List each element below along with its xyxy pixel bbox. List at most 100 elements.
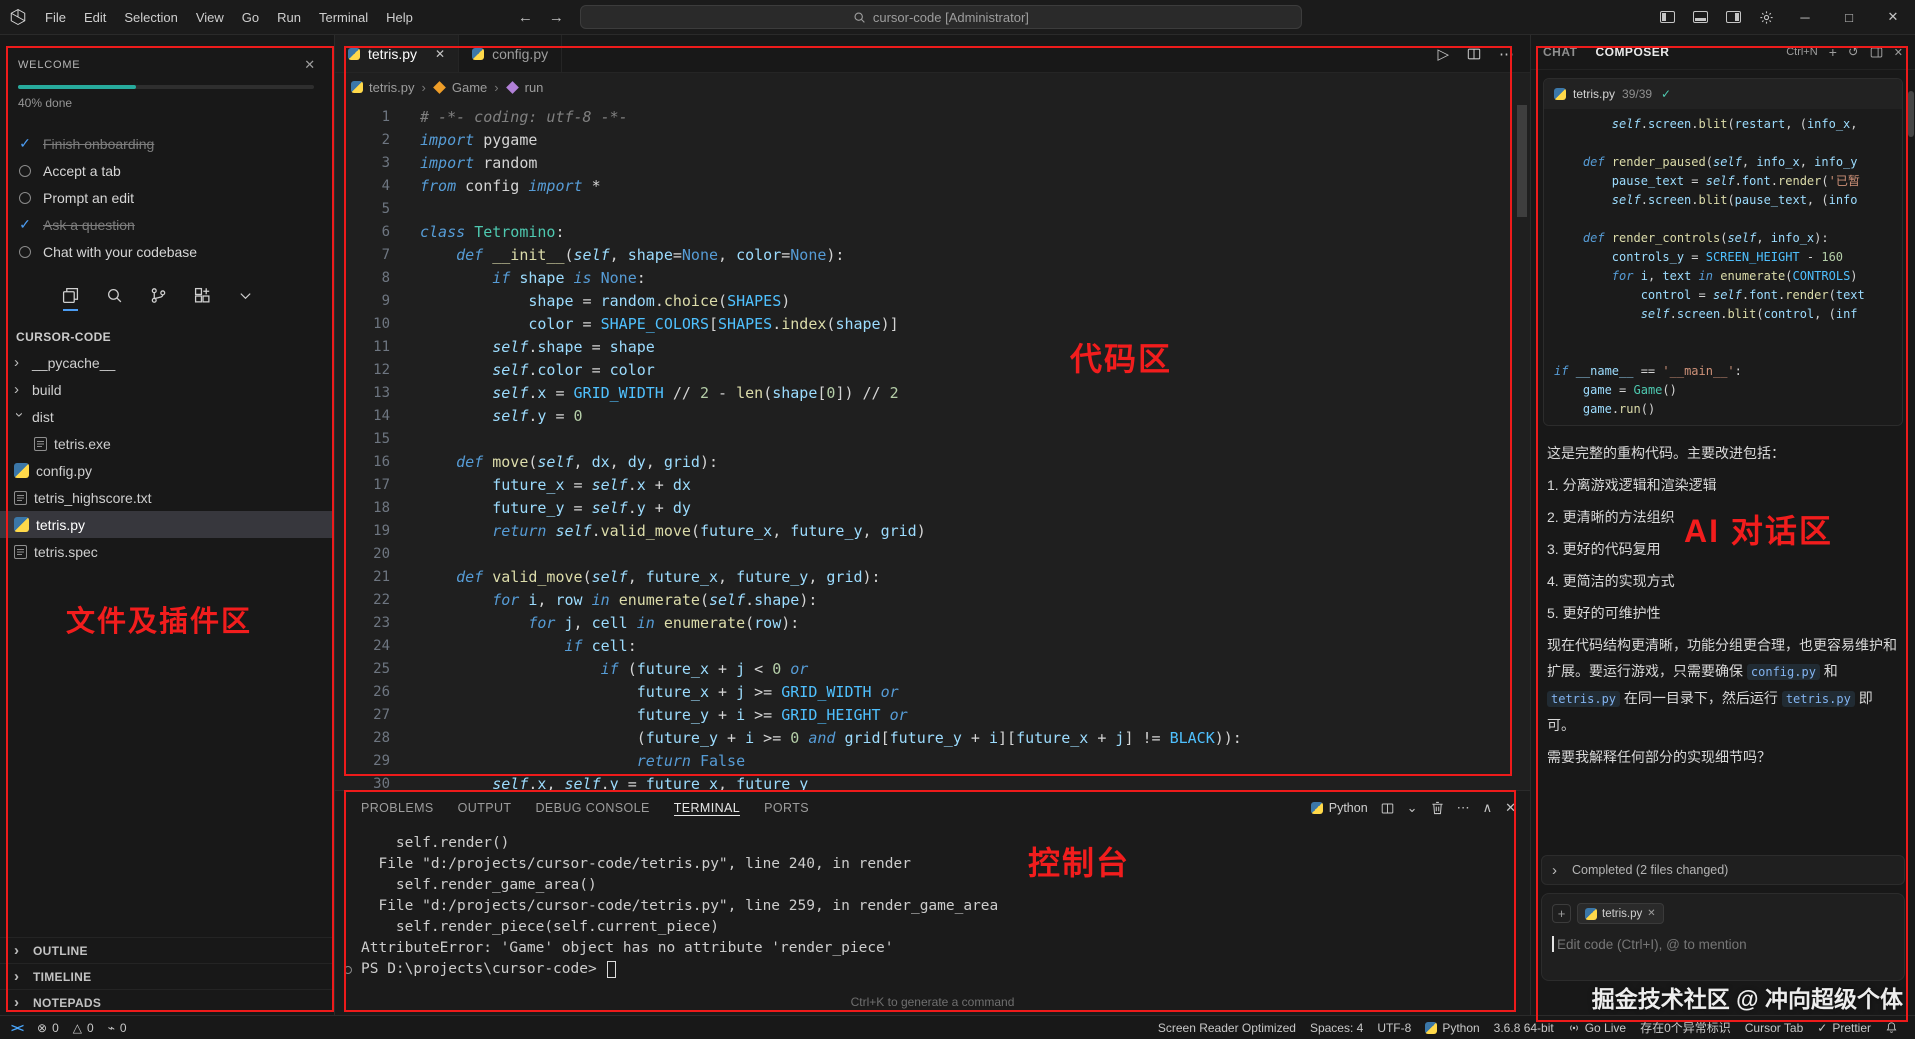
history-icon[interactable]: ↺ [1848, 44, 1859, 60]
add-context-icon[interactable]: + [1552, 904, 1571, 923]
status-indentation[interactable]: Spaces: 4 [1303, 1016, 1370, 1039]
chat-input[interactable]: Edit code (Ctrl+I), @ to mention [1552, 936, 1894, 952]
code-token: index [781, 315, 827, 333]
status-encoding[interactable]: UTF-8 [1370, 1016, 1418, 1039]
code-token: cell [591, 614, 628, 632]
status-label: Python [1442, 1020, 1480, 1035]
tree-item[interactable]: tetris.exe [0, 430, 334, 457]
tree-item[interactable]: config.py [0, 457, 334, 484]
back-icon[interactable]: ← [518, 9, 533, 26]
breadcrumb-item[interactable]: tetris.py [351, 80, 415, 95]
status-notifications[interactable] [1878, 1016, 1905, 1039]
chat-tab-composer[interactable]: COMPOSER [1595, 45, 1669, 59]
welcome-step[interactable]: ✓ Finish onboarding [0, 130, 334, 157]
status-abnormal-marks[interactable]: 存在0个异常标识 [1633, 1016, 1738, 1039]
terminal-output[interactable]: self.render() File "d:/projects/cursor-c… [335, 825, 1530, 980]
tree-item[interactable]: tetris.py [0, 511, 334, 538]
explorer-section-title[interactable]: CURSOR-CODE [0, 316, 334, 349]
chat-file-header[interactable]: tetris.py 39/39 ✓ [1544, 79, 1902, 109]
tree-item[interactable]: › __pycache__ [0, 349, 334, 376]
chat-scrollbar[interactable] [1908, 91, 1914, 137]
code-token: None [681, 246, 719, 264]
tree-item[interactable]: tetris.spec [0, 538, 334, 565]
welcome-close-icon[interactable]: ✕ [304, 57, 316, 73]
tree-item[interactable]: tetris_highscore.txt [0, 484, 334, 511]
status-warning-count[interactable]: △ 0 [66, 1016, 101, 1039]
trash-icon[interactable] [1431, 801, 1444, 815]
forward-icon[interactable]: → [549, 9, 564, 26]
breadcrumb-item[interactable]: run [505, 80, 543, 95]
composer-status-row[interactable]: › Completed (2 files changed) [1541, 855, 1905, 885]
status-error-count[interactable]: ⊗ 0 [30, 1016, 66, 1039]
code-token: random [474, 154, 538, 172]
close-panel-icon[interactable]: ✕ [1505, 800, 1516, 816]
status-remote-indicator[interactable]: >< [4, 1016, 30, 1039]
panel-tab-terminal[interactable]: TERMINAL [673, 801, 741, 816]
section-timeline[interactable]: › TIMELINE [0, 963, 334, 989]
terminal-profile[interactable]: Python [1310, 801, 1368, 815]
more-actions-icon[interactable]: ⋯ [1499, 45, 1514, 63]
welcome-step[interactable]: Prompt an edit [0, 184, 334, 211]
close-button[interactable]: ✕ [1871, 0, 1915, 34]
new-chat-icon[interactable]: + [1829, 44, 1837, 60]
menu-item-run[interactable]: Run [268, 10, 310, 25]
toggle-panel-icon[interactable] [1684, 0, 1717, 34]
settings-gear-icon[interactable] [1750, 0, 1783, 34]
code-editor[interactable]: 1 # -*- coding: utf-8 -*- 2 import pygame 3 i… [335, 101, 1530, 790]
breadcrumb-item[interactable]: Game [432, 80, 487, 95]
chat-tab-chat[interactable]: CHAT [1543, 45, 1577, 59]
menu-item-file[interactable]: File [36, 10, 75, 25]
welcome-step[interactable]: Chat with your codebase [0, 238, 334, 265]
search-bar[interactable]: cursor-code [Administrator] [579, 5, 1302, 29]
panel-tab-output[interactable]: OUTPUT [458, 801, 512, 815]
context-chip[interactable]: tetris.py ✕ [1577, 903, 1664, 924]
maximize-panel-icon[interactable]: ∧ [1483, 800, 1493, 816]
panel-tab-debug-console[interactable]: DEBUG CONSOLE [535, 801, 649, 815]
remove-chip-icon[interactable]: ✕ [1647, 908, 1655, 919]
chat-input-card[interactable]: + tetris.py ✕ Edit code (Ctrl+I), @ to m… [1541, 893, 1905, 981]
welcome-step[interactable]: ✓ Ask a question [0, 211, 334, 238]
maximize-button[interactable]: □ [1827, 0, 1871, 34]
terminal-prompt-line[interactable]: PS D:\projects\cursor-code> [344, 959, 1530, 980]
section-outline[interactable]: › OUTLINE [0, 937, 334, 963]
source-control-icon[interactable] [150, 287, 167, 304]
search-panel-icon[interactable] [106, 287, 123, 304]
run-python-file-icon[interactable]: ▷ [1437, 45, 1449, 63]
menu-item-terminal[interactable]: Terminal [310, 10, 377, 25]
toggle-sidebar-icon[interactable] [1651, 0, 1684, 34]
minimize-button[interactable]: ─ [1783, 0, 1827, 34]
tab-tetris-py[interactable]: tetris.py ✕ [335, 35, 460, 72]
toggle-secondary-sidebar-icon[interactable] [1717, 0, 1750, 34]
split-editor-icon[interactable] [1467, 47, 1481, 61]
editor-scrollbar[interactable] [1517, 105, 1527, 217]
tree-item[interactable]: › dist [0, 403, 334, 430]
tab-close-icon[interactable]: ✕ [435, 47, 445, 61]
more-views-chevron-icon[interactable] [238, 288, 253, 303]
status-prettier[interactable]: ✓ Prettier [1810, 1016, 1878, 1039]
panel-tab-problems[interactable]: PROBLEMS [361, 801, 434, 815]
menu-item-help[interactable]: Help [377, 10, 422, 25]
menu-item-go[interactable]: Go [233, 10, 268, 25]
status-language-mode[interactable]: Python [1418, 1016, 1486, 1039]
status-cursor-tab[interactable]: Cursor Tab [1738, 1016, 1810, 1039]
menu-item-edit[interactable]: Edit [75, 10, 115, 25]
menu-item-view[interactable]: View [187, 10, 233, 25]
status-screen-reader[interactable]: Screen Reader Optimized [1151, 1016, 1303, 1039]
line-number: 28 [373, 730, 390, 746]
status-port-count[interactable]: ⌁ 0 [101, 1016, 134, 1039]
tab-config-py[interactable]: config.py [459, 35, 563, 72]
panel-more-icon[interactable]: ⋯ [1457, 800, 1470, 816]
extensions-icon[interactable] [194, 287, 211, 304]
status-go-live[interactable]: Go Live [1561, 1016, 1633, 1039]
menu-item-selection[interactable]: Selection [115, 10, 186, 25]
status-python-interpreter[interactable]: 3.6.8 64-bit [1487, 1016, 1561, 1039]
panel-tab-ports[interactable]: PORTS [764, 801, 809, 815]
welcome-step[interactable]: Accept a tab [0, 157, 334, 184]
tree-item[interactable]: › build [0, 376, 334, 403]
new-terminal-dropdown-icon[interactable]: ⌄ [1407, 800, 1418, 816]
explorer-icon[interactable] [62, 287, 79, 311]
split-terminal-icon[interactable] [1381, 802, 1394, 815]
open-in-editor-icon[interactable] [1870, 46, 1883, 59]
section-notepads[interactable]: › NOTEPADS [0, 989, 334, 1015]
close-chat-icon[interactable]: ✕ [1894, 46, 1903, 59]
